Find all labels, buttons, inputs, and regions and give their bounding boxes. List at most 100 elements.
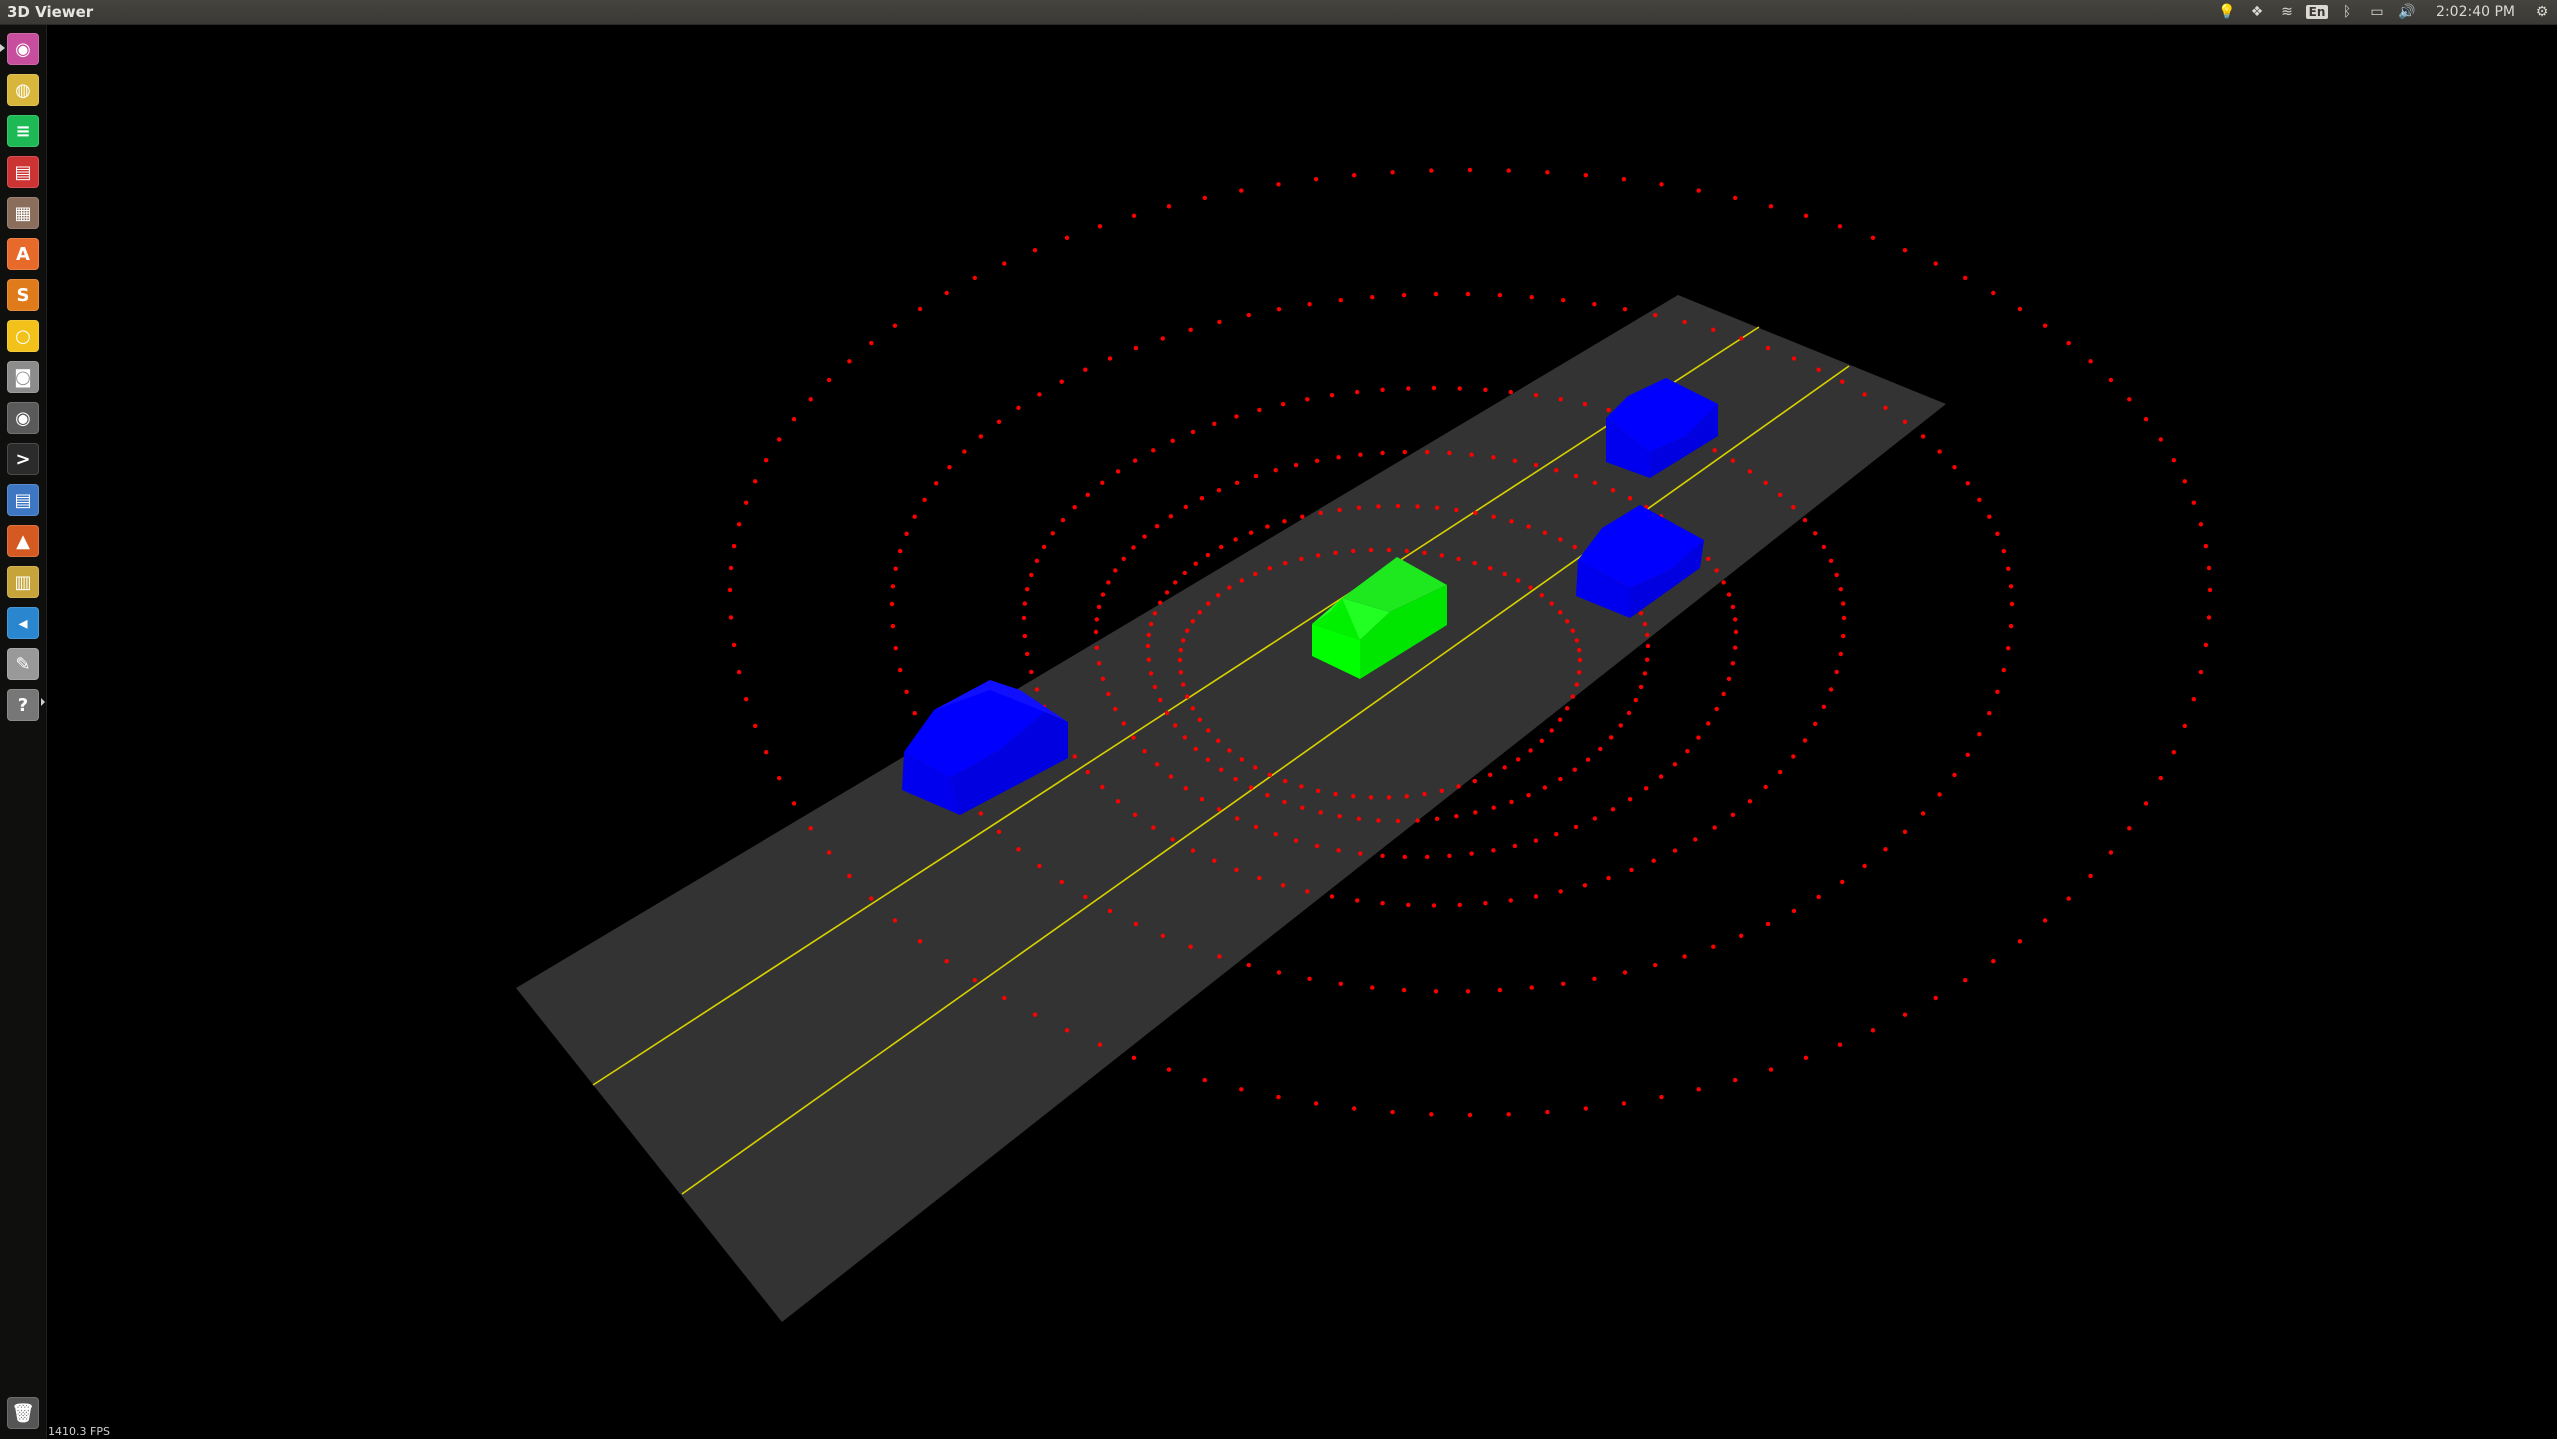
lidar-point [1721,691,1726,697]
lidar-point [1265,793,1270,798]
system-monitor-icon[interactable]: ▥ [7,566,39,598]
lidar-point [1653,312,1658,318]
lidar-point [1554,832,1559,837]
vscode-icon[interactable]: ◂ [7,607,39,639]
lidar-point [1473,510,1478,516]
lidar-point [1227,748,1232,753]
lidar-point [1246,312,1252,318]
presentation-icon[interactable]: ▤ [7,156,39,188]
lidar-point [1041,544,1047,550]
lidar-point [1726,592,1732,597]
lidar-point [1933,261,1938,266]
lidar-point [1002,261,1007,266]
lidar-point [1164,590,1170,595]
app-title: 3D Viewer [7,3,94,21]
lidar-point [972,275,977,281]
clock[interactable]: 2:02:40 PM [2422,4,2527,20]
dropbox-icon[interactable]: ❖ [2242,0,2272,24]
lidar-point [1883,847,1888,852]
lidar-point [1558,889,1563,894]
spotify-icon[interactable]: ≡ [7,115,39,147]
lidar-point [1422,791,1427,797]
lidar-point [1952,772,1957,778]
text-editor-icon[interactable]: ✎ [7,648,39,680]
lidar-point [1390,170,1395,175]
lidar-point [1995,531,2000,536]
lidar-point [2088,359,2093,364]
lidar-point [1097,224,1103,229]
lidar-point [2008,623,2014,629]
wifi-icon[interactable]: ≋ [2272,0,2302,24]
lidar-point [1763,784,1768,790]
lidar-point [1638,611,1644,616]
lidar-point [1337,507,1342,513]
lidar-point [2206,615,2212,620]
chrome-icon[interactable]: ◍ [7,74,39,106]
lidar-point [1300,514,1305,519]
lidar-point [753,479,758,484]
text-document-icon[interactable]: ▤ [7,484,39,516]
3d-viewport[interactable] [0,0,2557,1439]
lidar-point [944,959,949,964]
gear-icon[interactable]: ⚙ [2527,0,2557,24]
lidar-point [2017,939,2023,944]
lidar-point [1659,182,1664,187]
files-icon[interactable]: ▦ [7,197,39,229]
lidar-point [917,306,923,312]
sublime-text-icon[interactable]: S [7,279,39,311]
battery-icon[interactable]: ▭ [2362,0,2392,24]
lidar-point [904,531,909,536]
lidar-point [1592,480,1598,485]
lidar-point [889,601,895,607]
software-center-icon[interactable]: A [7,238,39,270]
lidar-point [1190,848,1196,853]
lidar-point [1016,847,1021,852]
lidar-point [1151,448,1156,453]
lidar-point [731,642,737,648]
terminal-icon[interactable]: > [7,443,39,475]
unknown-app-icon[interactable]: ? [7,689,39,721]
lidar-point [1314,843,1320,849]
keyboard-layout-icon[interactable]: En [2302,0,2332,24]
lidar-point [1248,785,1254,790]
webcam-icon[interactable]: ◉ [7,402,39,434]
lidar-point [1356,505,1362,510]
lidar-point [1883,405,1888,410]
lidar-point [1565,706,1570,711]
lidar-point [1115,469,1121,474]
lidar-point [917,939,923,944]
ubuntu-dash-icon[interactable]: ◉ [7,33,39,65]
lidar-point [1821,704,1827,709]
lidar-point [1434,505,1440,510]
lightbulb-app-icon[interactable]: ○ [7,320,39,352]
lightbulb-icon[interactable]: 💡 [2212,0,2242,24]
lidar-point [1333,791,1338,797]
volume-icon[interactable]: 🔊 [2392,0,2422,24]
lidar-point [1380,901,1385,906]
lidar-point [1182,735,1188,740]
lidar-point [1216,593,1221,598]
lidar-point [1425,449,1430,455]
lidar-point [1542,530,1548,535]
lidar-point [1415,504,1420,509]
matlab-icon[interactable]: ▲ [7,525,39,557]
trash-icon[interactable]: 🗑 [7,1397,39,1429]
lidar-point [1706,556,1711,561]
lidar-point [2066,896,2071,901]
lidar-point [1358,851,1363,856]
camera-icon[interactable]: ◙ [7,361,39,393]
lidar-point [1497,292,1503,298]
lidar-point [1160,336,1166,341]
lidar-point [2008,584,2014,589]
lidar-point [1433,291,1439,297]
lidar-point [2203,642,2209,648]
lidar-point [1234,816,1240,821]
lidar-point [1199,496,1205,501]
bluetooth-icon[interactable]: ᛒ [2332,0,2362,24]
lidar-point [1621,177,1627,182]
lidar-point [1276,970,1282,975]
lidar-point [1386,795,1392,800]
lidar-point [1121,721,1126,726]
lidar-point [1765,345,1771,351]
lidar-point [1572,544,1578,550]
